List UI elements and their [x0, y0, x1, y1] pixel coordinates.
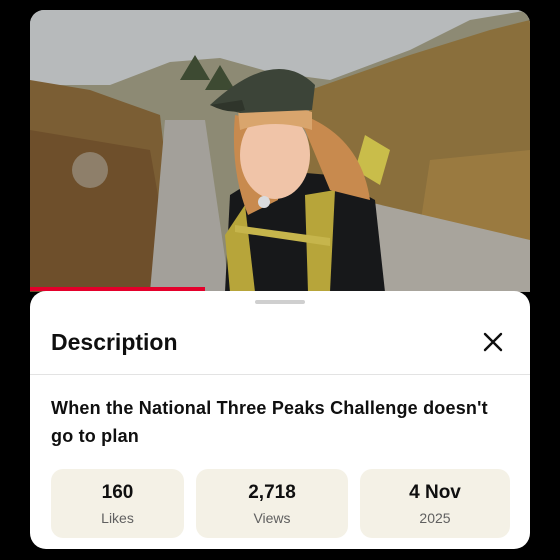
- views-stat: 2,718 Views: [196, 469, 348, 538]
- video-player[interactable]: [30, 10, 530, 292]
- close-button[interactable]: [474, 323, 512, 361]
- divider: [30, 374, 530, 375]
- close-icon: [483, 332, 503, 352]
- description-panel: Description When the National Three Peak…: [30, 291, 530, 549]
- likes-label: Likes: [101, 510, 134, 526]
- panel-title: Description: [51, 329, 178, 355]
- views-count: 2,718: [248, 482, 296, 503]
- likes-stat: 160 Likes: [51, 469, 184, 538]
- date-stat: 4 Nov 2025: [360, 469, 510, 538]
- likes-count: 160: [101, 482, 134, 503]
- video-title: When the National Three Peaks Challenge …: [51, 398, 488, 446]
- video-frame: [30, 10, 530, 292]
- upload-year: 2025: [419, 510, 451, 526]
- drag-handle[interactable]: [255, 300, 305, 304]
- views-label: Views: [253, 510, 291, 526]
- upload-date: 4 Nov: [409, 482, 461, 503]
